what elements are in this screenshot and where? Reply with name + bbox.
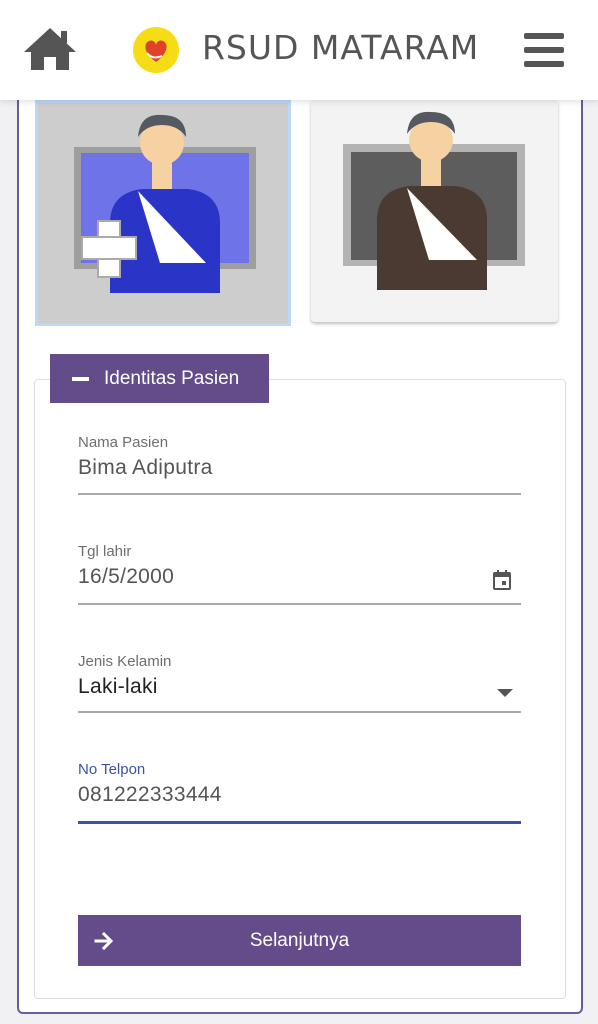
phone-field[interactable]: No Telpon 081222333444 bbox=[78, 761, 521, 825]
field-underline-active bbox=[78, 821, 521, 824]
field-underline bbox=[78, 711, 521, 713]
injured-patient-dark-icon bbox=[343, 111, 525, 290]
patient-name-value[interactable]: Bima Adiputra bbox=[78, 456, 213, 480]
gender-value[interactable]: Laki-laki bbox=[78, 675, 158, 699]
field-underline bbox=[78, 603, 521, 605]
field-underline bbox=[78, 493, 521, 495]
birth-date-field[interactable]: Tgl lahir 16/5/2000 bbox=[78, 543, 521, 605]
hamburger-menu-icon[interactable] bbox=[522, 30, 566, 70]
patient-type-option-selected[interactable] bbox=[35, 100, 291, 326]
top-bar: RSUD MATARAM bbox=[0, 0, 598, 100]
patient-name-field[interactable]: Nama Pasien Bima Adiputra bbox=[78, 434, 521, 496]
birth-date-value[interactable]: 16/5/2000 bbox=[78, 565, 174, 589]
home-icon[interactable] bbox=[22, 26, 78, 72]
birth-date-label: Tgl lahir bbox=[78, 543, 132, 560]
hospital-logo-icon bbox=[133, 27, 179, 73]
calendar-icon[interactable] bbox=[493, 570, 511, 590]
patient-name-label: Nama Pasien bbox=[78, 434, 169, 451]
minus-icon bbox=[72, 377, 89, 381]
panel-title: Identitas Pasien bbox=[104, 368, 240, 389]
dropdown-arrow-icon[interactable] bbox=[497, 689, 513, 697]
identity-panel-header[interactable]: Identitas Pasien bbox=[50, 354, 269, 403]
injured-patient-blue-icon bbox=[74, 114, 256, 293]
gender-select[interactable]: Jenis Kelamin Laki-laki bbox=[78, 653, 521, 715]
next-button[interactable]: Selanjutnya bbox=[78, 915, 521, 966]
app-title: RSUD MATARAM bbox=[202, 28, 480, 67]
patient-type-option[interactable] bbox=[311, 100, 558, 322]
next-button-label: Selanjutnya bbox=[249, 930, 350, 951]
phone-label: No Telpon bbox=[78, 761, 146, 778]
gender-label: Jenis Kelamin bbox=[78, 653, 172, 670]
phone-value[interactable]: 081222333444 bbox=[78, 783, 222, 807]
